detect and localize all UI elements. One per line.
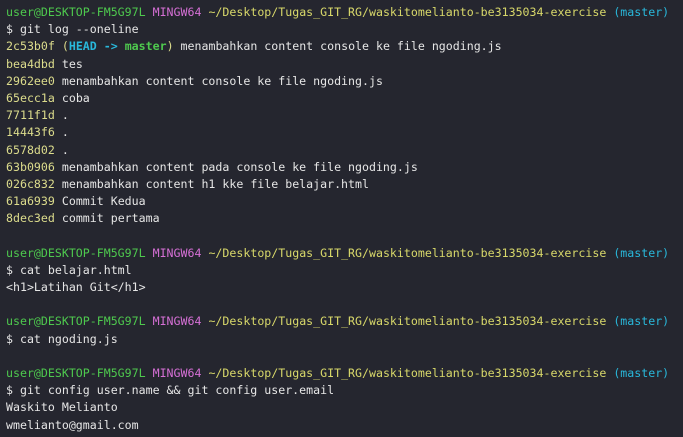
prompt-path: ~/Desktop/Tugas_GIT_RG/waskitomelianto-b… (208, 5, 607, 19)
log-entry: 63b0906 menambahkan content pada console… (6, 159, 683, 176)
commit-hash: 026c832 (6, 176, 55, 191)
head-ref: HEAD (68, 39, 97, 54)
prompt-user: user@DESKTOP-FM5G97L (6, 365, 146, 380)
commit-message: menambahkan content console ke file ngod… (173, 39, 502, 54)
command-text: $ git config user.name && git config use… (6, 383, 335, 398)
prompt-branch: (master) (613, 314, 670, 329)
ref-close: ) (166, 39, 174, 54)
log-entry: bea4dbd tes (6, 56, 683, 73)
prompt-path: ~/Desktop/Tugas_GIT_RG/waskitomelianto-b… (208, 245, 607, 260)
commit-hash: 65ecc1a (6, 90, 55, 105)
commit-hash: 63b0906 (6, 159, 55, 174)
prompt-system: MINGW64 (152, 365, 202, 380)
prompt-path: ~/Desktop/Tugas_GIT_RG/waskitomelianto-b… (208, 365, 607, 380)
commit-hash: 7711f1d (6, 108, 55, 123)
prompt-branch: (master) (613, 245, 670, 260)
log-entry: 026c832 menambahkan content h1 kke file … (6, 176, 683, 193)
prompt-system: MINGW64 (152, 245, 202, 260)
prompt-user: user@DESKTOP-FM5G97L (6, 314, 146, 329)
commit-message: commit pertama (54, 211, 160, 226)
prompt-line: user@DESKTOP-FM5G97L MINGW64 ~/Desktop/T… (6, 245, 683, 262)
output-line: wmelianto@gmail.com (6, 417, 683, 434)
log-entry: 14443f6 . (6, 124, 683, 141)
command-text: $ git log --oneline (6, 22, 139, 37)
command-text: $ cat belajar.html (6, 262, 132, 277)
ref-arrow: -> (96, 39, 125, 54)
log-entry: 61a6939 Commit Kedua (6, 193, 683, 210)
output-text: wmelianto@gmail.com (6, 417, 139, 432)
branch-ref: master (124, 39, 167, 54)
commit-hash: 6578d02 (6, 142, 55, 157)
commit-message: Commit Kedua (54, 194, 146, 209)
command-text: $ cat ngoding.js (6, 331, 118, 346)
ref-open: ( (54, 39, 69, 54)
log-entry: 8dec3ed commit pertama (6, 210, 683, 227)
commit-hash: 2962ee0 (6, 73, 55, 88)
commit-message: menambahkan content h1 kke file belajar.… (54, 176, 369, 191)
prompt-user: user@DESKTOP-FM5G97L (6, 245, 146, 260)
prompt-line: user@DESKTOP-FM5G97L MINGW64 ~/Desktop/T… (6, 313, 683, 330)
output-text: <h1>Latihan Git</h1> (6, 280, 146, 294)
prompt-line: user@DESKTOP-FM5G97L MINGW64 ~/Desktop/T… (6, 4, 683, 21)
commit-hash: 61a6939 (6, 194, 55, 209)
output-line: Waskito Melianto (6, 399, 683, 416)
commit-hash: bea4dbd (6, 56, 55, 71)
command-line: $ cat belajar.html (6, 262, 683, 279)
command-line: $ git config user.name && git config use… (6, 382, 683, 399)
log-entry: 2c53b0f (HEAD -> master) menambahkan con… (6, 38, 683, 55)
prompt-path: ~/Desktop/Tugas_GIT_RG/waskitomelianto-b… (208, 314, 607, 329)
command-line: $ git log --oneline (6, 21, 683, 38)
prompt-system: MINGW64 (152, 314, 202, 329)
log-entry: 6578d02 . (6, 142, 683, 159)
output-line: <h1>Latihan Git</h1> (6, 279, 683, 296)
commit-message: . (54, 142, 69, 157)
commit-hash: 2c53b0f (6, 39, 55, 54)
prompt-branch: (master) (613, 5, 670, 19)
command-line: $ cat ngoding.js (6, 331, 683, 348)
commit-message: menambahkan content console ke file ngod… (54, 73, 383, 88)
prompt-branch: (master) (613, 365, 670, 380)
commit-message: menambahkan content pada console ke file… (54, 159, 418, 174)
output-text: Waskito Melianto (6, 400, 118, 415)
terminal-window[interactable]: user@DESKTOP-FM5G97L MINGW64 ~/Desktop/T… (0, 0, 683, 434)
log-entry: 7711f1d . (6, 107, 683, 124)
commit-message: coba (54, 90, 90, 105)
prompt-system: MINGW64 (152, 5, 202, 19)
log-entry: 65ecc1a coba (6, 90, 683, 107)
prompt-user: user@DESKTOP-FM5G97L (6, 5, 146, 19)
prompt-line: user@DESKTOP-FM5G97L MINGW64 ~/Desktop/T… (6, 365, 683, 382)
log-entry: 2962ee0 menambahkan content console ke f… (6, 73, 683, 90)
commit-message: . (54, 108, 69, 123)
commit-hash: 14443f6 (6, 125, 55, 140)
commit-hash: 8dec3ed (6, 211, 55, 226)
commit-message: . (54, 125, 69, 140)
commit-message: tes (54, 56, 83, 71)
